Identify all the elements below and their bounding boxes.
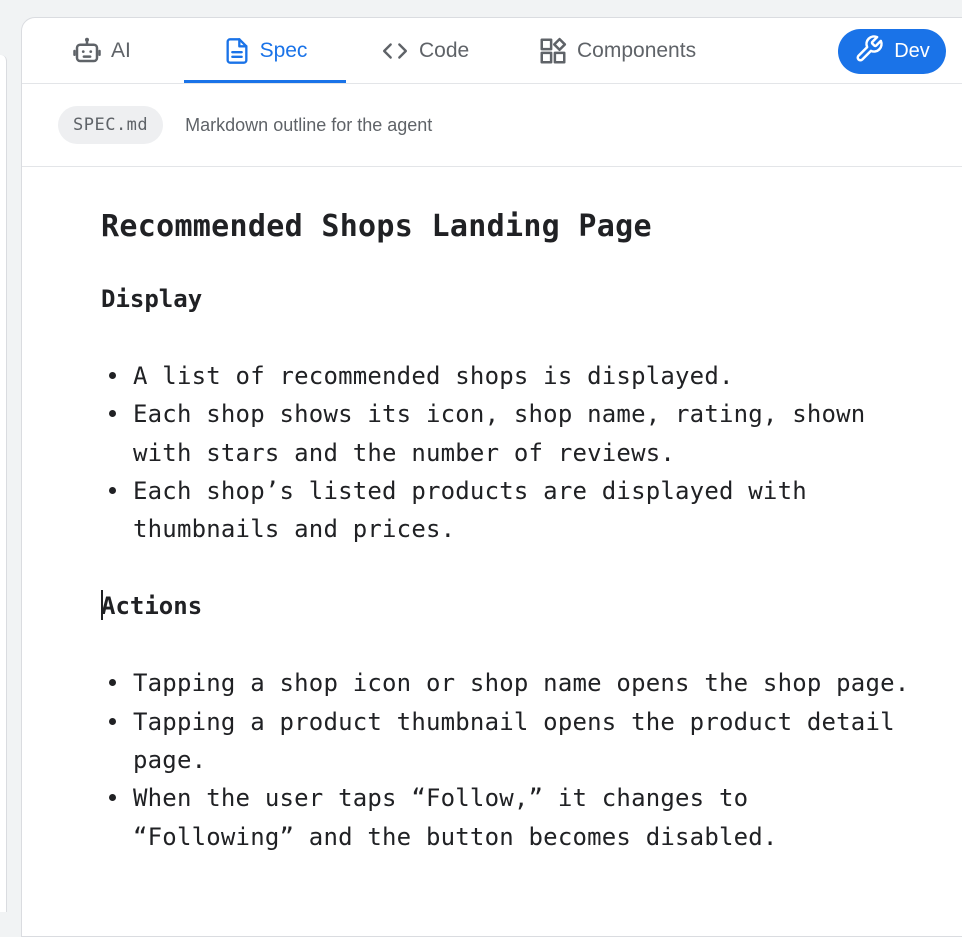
section-heading-actions-text: Actions <box>101 592 203 621</box>
file-description: Markdown outline for the agent <box>185 114 433 135</box>
tab-spec[interactable]: Spec <box>184 18 346 83</box>
document-icon <box>223 36 251 66</box>
list-item: Tapping a shop icon or shop name opens t… <box>109 664 923 702</box>
tab-components-label: Components <box>577 38 697 62</box>
tab-code-label: Code <box>419 38 470 62</box>
list-item: Each shop shows its icon, shop name, rat… <box>109 395 923 472</box>
dev-button-label: Dev <box>894 40 930 62</box>
tab-bar: AI Spec Code Components Dev <box>22 18 962 84</box>
tab-spec-label: Spec <box>259 38 308 62</box>
tab-code[interactable]: Code <box>380 18 469 83</box>
tab-components[interactable]: Components <box>538 18 696 83</box>
adjacent-panel-edge <box>0 55 7 912</box>
list-item: When the user taps “Follow,” it changes … <box>109 779 923 856</box>
components-grid-icon <box>538 36 568 66</box>
tab-ai[interactable]: AI <box>70 18 133 83</box>
file-header: SPEC.md Markdown outline for the agent <box>22 84 962 167</box>
list-item: A list of recommended shops is displayed… <box>109 357 923 395</box>
doc-title: Recommended Shops Landing Page <box>101 209 652 244</box>
section-heading-actions: Actions <box>101 590 962 622</box>
list-item: Each shop’s listed products are displaye… <box>109 472 923 549</box>
display-list: A list of recommended shops is displayed… <box>101 357 962 548</box>
file-name-chip: SPEC.md <box>58 106 164 144</box>
wrench-icon <box>854 34 884 70</box>
dev-button[interactable]: Dev <box>838 29 946 74</box>
tab-ai-label: AI <box>111 38 131 62</box>
text-cursor <box>101 590 103 621</box>
list-item: Tapping a product thumbnail opens the pr… <box>109 703 923 780</box>
spec-panel: AI Spec Code Components Dev SPEC.md Mark… <box>21 17 962 937</box>
spec-editor[interactable]: Recommended Shops Landing Page Display A… <box>22 167 962 856</box>
code-brackets-icon <box>380 38 410 64</box>
section-heading-display: Display <box>101 285 203 313</box>
actions-list: Tapping a shop icon or shop name opens t… <box>101 664 962 855</box>
robot-icon <box>72 36 102 66</box>
